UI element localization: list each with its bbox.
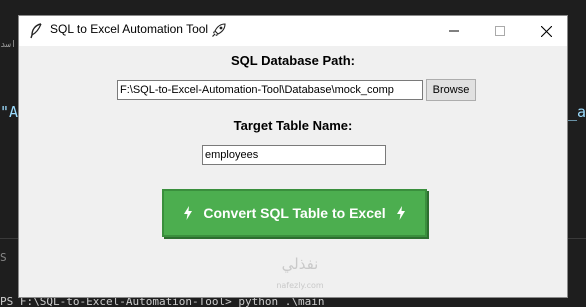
maximize-button[interactable] bbox=[477, 16, 523, 46]
close-button[interactable] bbox=[523, 16, 567, 46]
lightning-icon bbox=[396, 206, 405, 220]
table-name-input[interactable]: employees bbox=[202, 145, 386, 165]
convert-button[interactable]: Convert SQL Table to Excel bbox=[162, 189, 427, 237]
feather-icon bbox=[30, 23, 42, 39]
watermark-url: nafezly.com bbox=[276, 281, 324, 290]
background-editor-code-right: _a bbox=[567, 103, 586, 121]
maximize-icon bbox=[495, 26, 505, 36]
convert-button-label: Convert SQL Table to Excel bbox=[203, 205, 386, 221]
window-title: SQL to Excel Automation Tool bbox=[50, 22, 209, 36]
rocket-icon bbox=[212, 23, 226, 37]
background-editor-code: "A bbox=[0, 103, 19, 121]
table-name-label: Target Table Name: bbox=[233, 118, 353, 133]
background-editor-text: اسد bbox=[0, 40, 17, 50]
title-bar[interactable]: SQL to Excel Automation Tool bbox=[19, 16, 567, 46]
browse-button[interactable]: Browse bbox=[426, 79, 476, 101]
minimize-button[interactable] bbox=[431, 16, 477, 46]
background-terminal-label: S bbox=[0, 251, 7, 264]
watermark-logo: نفذلي bbox=[281, 255, 319, 273]
db-path-label: SQL Database Path: bbox=[230, 53, 356, 68]
db-path-input[interactable]: F:\SQL-to-Excel-Automation-Tool\Database… bbox=[117, 80, 423, 100]
minimize-icon bbox=[449, 30, 459, 32]
lightning-icon bbox=[184, 206, 193, 220]
close-icon bbox=[540, 25, 552, 37]
